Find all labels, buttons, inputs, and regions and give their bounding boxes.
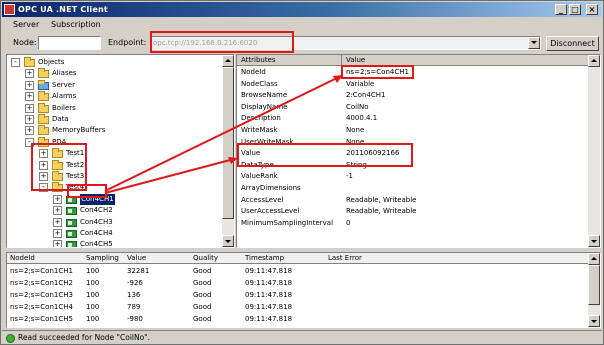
status-bar: Read succeeded for Node "CoilNo". — [2, 330, 602, 345]
arrow-to-nodeid — [104, 76, 340, 192]
arrow-to-value — [104, 158, 235, 194]
opc-client-window: OPC UA .NET Client _ □ × Server Subscrip… — [0, 0, 604, 345]
status-text: Read succeeded for Node "CoilNo". — [18, 333, 151, 342]
arrowhead-icon — [228, 157, 238, 164]
status-ok-icon — [6, 334, 15, 343]
annotation-arrows — [104, 75, 343, 194]
